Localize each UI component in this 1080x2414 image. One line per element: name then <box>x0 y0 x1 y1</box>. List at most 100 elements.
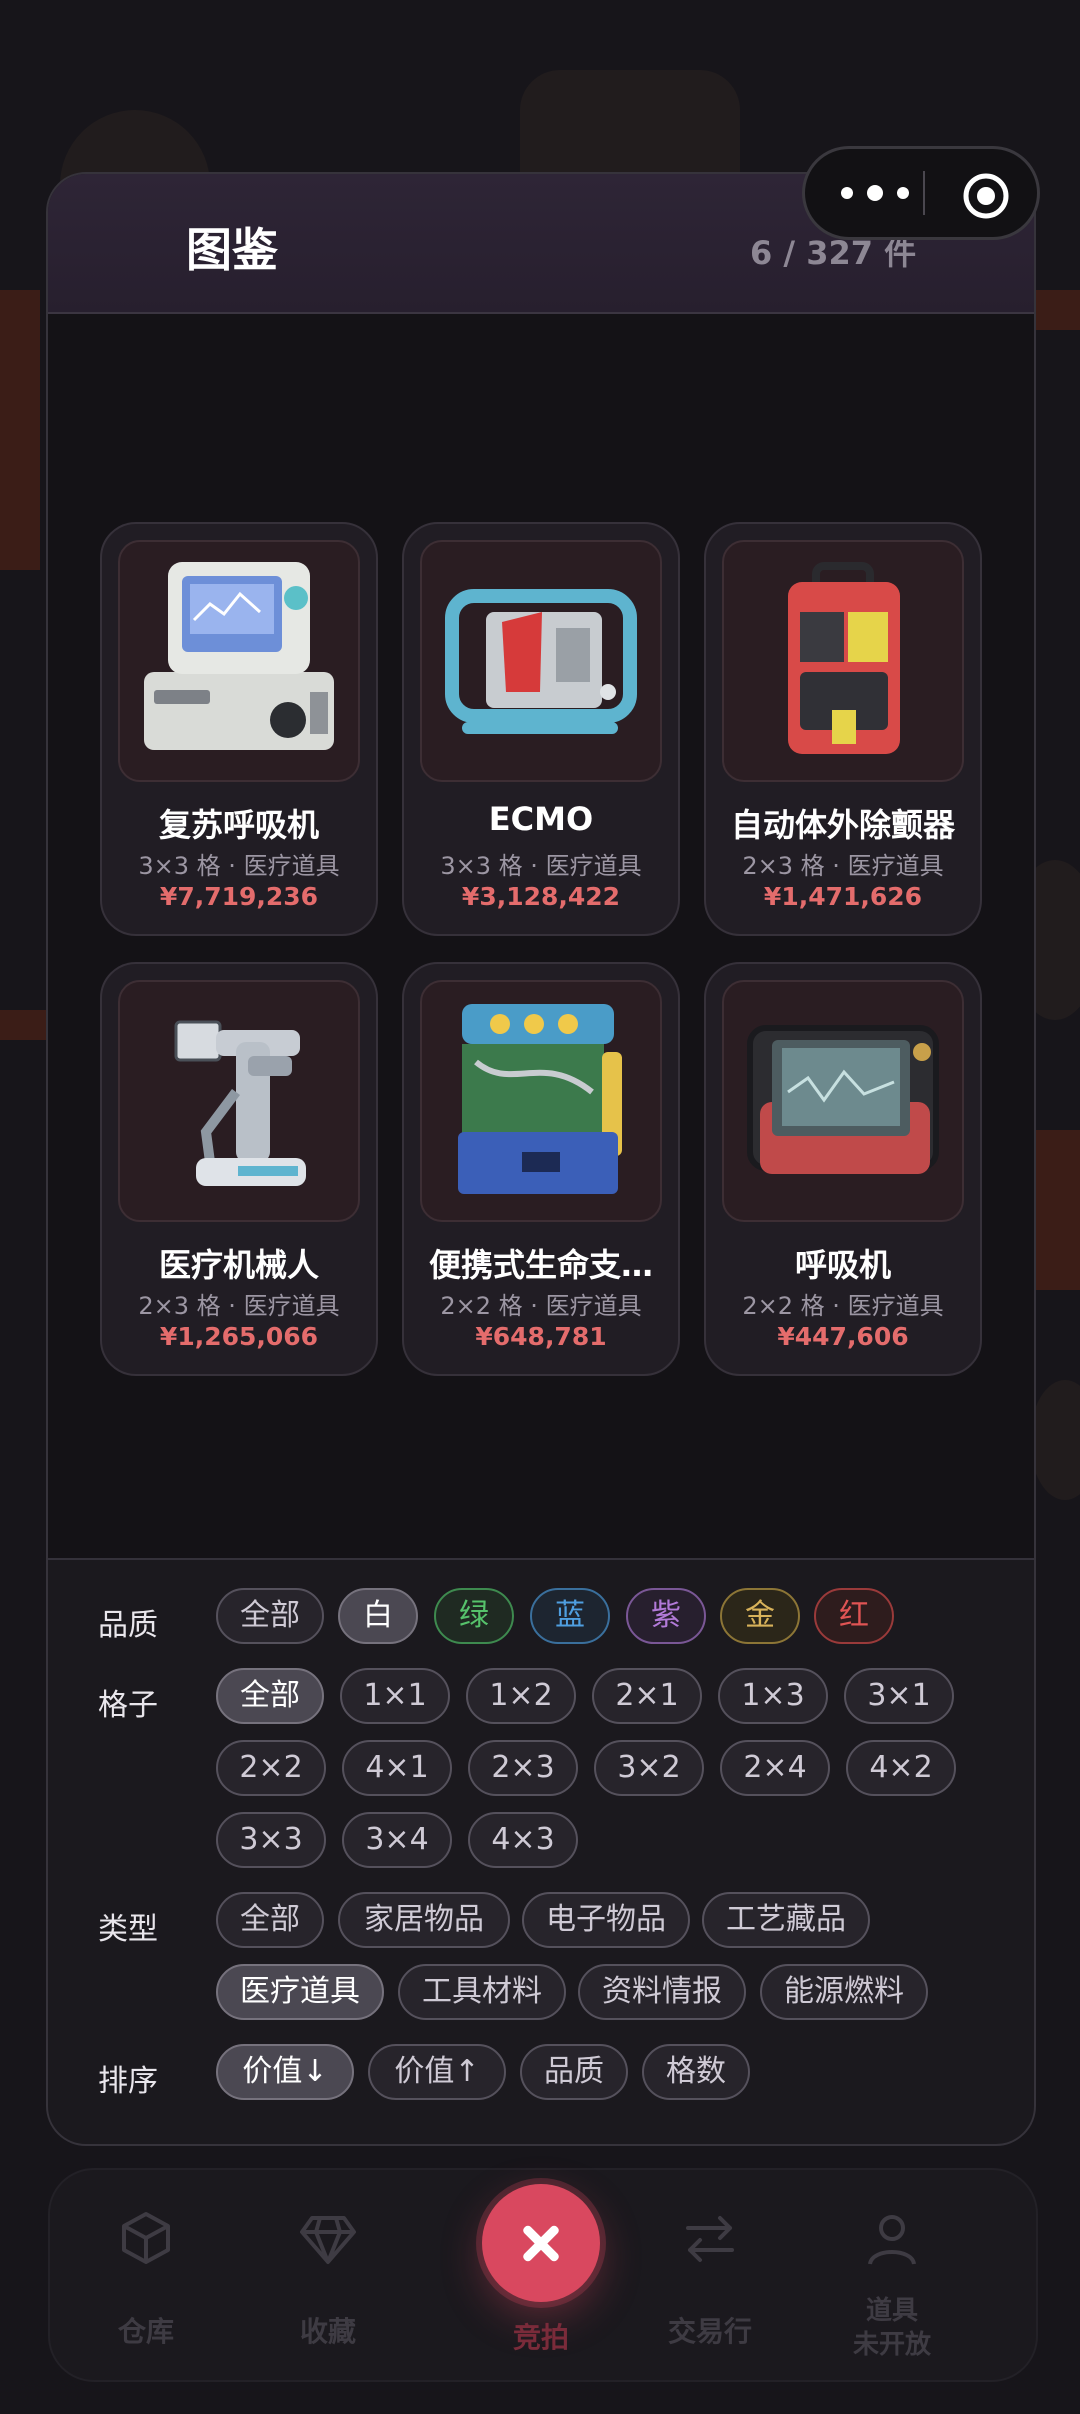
item-card[interactable]: 呼吸机 2×2 格 · 医疗道具 ¥447,606 <box>704 962 982 1376</box>
grid-chip[interactable]: 2×4 <box>720 1740 830 1796</box>
more-menu-icon[interactable] <box>835 175 915 211</box>
quality-chip-all[interactable]: 全部 <box>216 1588 324 1644</box>
nav-auction-label: 竞拍 <box>512 2321 569 2354</box>
sort-chip-quality[interactable]: 品质 <box>520 2044 628 2100</box>
grid-chip-all[interactable]: 全部 <box>216 1668 324 1724</box>
nav-items[interactable]: 道具 未开放 <box>812 2170 972 2380</box>
type-chip-all[interactable]: 全部 <box>216 1892 324 1948</box>
bg-stripe <box>1030 290 1080 330</box>
item-meta: 2×2 格 · 医疗道具 <box>440 1292 642 1320</box>
item-grid: 复苏呼吸机 3×3 格 · 医疗道具 ¥7,719,236 ECMO 3×3 格… <box>48 314 1034 1558</box>
item-meta: 2×3 格 · 医疗道具 <box>138 1292 340 1320</box>
type-chip[interactable]: 工艺藏品 <box>702 1892 870 1948</box>
item-price: ¥3,128,422 <box>461 882 621 911</box>
ventilator-icon <box>747 1025 939 1174</box>
quality-chip-red[interactable]: 红 <box>814 1588 894 1644</box>
user-icon <box>868 2215 916 2265</box>
type-chip[interactable]: 电子物品 <box>522 1892 690 1948</box>
diamond-icon <box>300 2216 356 2264</box>
item-price: ¥7,719,236 <box>159 882 319 911</box>
grid-chip[interactable]: 2×1 <box>592 1668 702 1724</box>
nav-warehouse[interactable]: 仓库 <box>66 2170 226 2380</box>
item-card[interactable]: 便携式生命支… 2×2 格 · 医疗道具 ¥648,781 <box>402 962 680 1376</box>
grid-chip[interactable]: 2×2 <box>216 1740 326 1796</box>
item-card[interactable]: ECMO 3×3 格 · 医疗道具 ¥3,128,422 <box>402 522 680 936</box>
nav-warehouse-label: 仓库 <box>117 2315 174 2348</box>
item-name: ECMO <box>488 800 594 838</box>
item-card[interactable]: 自动体外除颤器 2×3 格 · 医疗道具 ¥1,471,626 <box>704 522 982 936</box>
item-name: 呼吸机 <box>794 1246 891 1284</box>
item-image <box>722 980 964 1222</box>
sort-chip-value-asc[interactable]: 价值↑ <box>368 2044 506 2100</box>
bg-stripe <box>0 1010 46 1040</box>
item-name: 医疗机械人 <box>158 1246 319 1284</box>
filter-label-grid: 格子 <box>98 1688 158 1723</box>
item-image <box>420 540 662 782</box>
grid-chip[interactable]: 3×2 <box>594 1740 704 1796</box>
quality-chip-purple[interactable]: 紫 <box>626 1588 706 1644</box>
grid-chip[interactable]: 3×4 <box>342 1812 452 1868</box>
item-meta: 2×3 格 · 医疗道具 <box>742 852 944 880</box>
grid-chip[interactable]: 1×3 <box>718 1668 828 1724</box>
quality-chip-blue[interactable]: 蓝 <box>530 1588 610 1644</box>
item-name: 便携式生命支… <box>428 1246 653 1284</box>
item-name: 自动体外除颤器 <box>730 806 955 844</box>
bg-character-graphic <box>1030 1380 1080 1500</box>
item-image <box>420 980 662 1222</box>
grid-chip[interactable]: 4×3 <box>468 1812 578 1868</box>
bg-stripe <box>1036 1130 1080 1290</box>
life-support-icon <box>458 1004 622 1194</box>
catalog-panel: 图鉴 6 / 327 件 复苏呼吸机 3×3 格 · 医疗道具 ¥7,719,2… <box>46 172 1036 2146</box>
quality-chip-green[interactable]: 绿 <box>434 1588 514 1644</box>
item-name: 复苏呼吸机 <box>158 806 319 844</box>
nav-collection[interactable]: 收藏 <box>248 2170 408 2380</box>
type-chip[interactable]: 家居物品 <box>338 1892 510 1948</box>
nav-trade-label: 交易行 <box>667 2315 752 2348</box>
grid-chip[interactable]: 3×1 <box>844 1668 954 1724</box>
item-image <box>118 540 360 782</box>
item-price: ¥447,606 <box>777 1322 909 1351</box>
filter-label-sort: 排序 <box>98 2064 158 2099</box>
medical-robot-icon <box>174 1020 306 1186</box>
quality-chip-gold[interactable]: 金 <box>720 1588 800 1644</box>
grid-chip[interactable]: 4×2 <box>846 1740 956 1796</box>
close-target-icon[interactable] <box>961 171 1011 221</box>
page-title: 图鉴 <box>186 223 278 277</box>
close-button[interactable] <box>482 2184 600 2302</box>
bg-stripe <box>0 290 40 570</box>
capsule-divider <box>923 171 925 215</box>
resuscitator-icon <box>144 562 334 750</box>
filter-label-type: 类型 <box>98 1912 158 1947</box>
item-price: ¥1,471,626 <box>763 882 923 911</box>
item-meta: 2×2 格 · 医疗道具 <box>742 1292 944 1320</box>
nav-collection-label: 收藏 <box>299 2315 356 2348</box>
type-chip[interactable]: 医疗道具 <box>216 1964 384 2020</box>
swap-arrows-icon <box>686 2216 734 2262</box>
ecmo-icon <box>445 589 637 734</box>
filter-panel: 品质 全部 白 绿 蓝 紫 金 红 格子 全部 1×1 1×2 2×1 1×3 … <box>48 1558 1034 2144</box>
item-price: ¥648,781 <box>475 1322 607 1351</box>
item-price: ¥1,265,066 <box>159 1322 319 1351</box>
type-chip[interactable]: 资料情报 <box>578 1964 746 2020</box>
item-image <box>118 980 360 1222</box>
nav-trade[interactable]: 交易行 <box>630 2170 790 2380</box>
item-card[interactable]: 复苏呼吸机 3×3 格 · 医疗道具 ¥7,719,236 <box>100 522 378 936</box>
type-chip[interactable]: 能源燃料 <box>760 1964 928 2020</box>
type-chip[interactable]: 工具材料 <box>398 1964 566 2020</box>
sort-chip-value-desc[interactable]: 价值↓ <box>216 2044 354 2100</box>
item-meta: 3×3 格 · 医疗道具 <box>138 852 340 880</box>
grid-chip[interactable]: 1×1 <box>340 1668 450 1724</box>
grid-chip[interactable]: 2×3 <box>468 1740 578 1796</box>
box-icon <box>122 2212 170 2264</box>
quality-chip-white[interactable]: 白 <box>338 1588 418 1644</box>
defibrillator-icon <box>788 562 900 754</box>
item-meta: 3×3 格 · 医疗道具 <box>440 852 642 880</box>
item-card[interactable]: 医疗机械人 2×3 格 · 医疗道具 ¥1,265,066 <box>100 962 378 1376</box>
sort-chip-size[interactable]: 格数 <box>642 2044 750 2100</box>
grid-chip[interactable]: 4×1 <box>342 1740 452 1796</box>
nav-items-label: 道具 未开放 <box>852 2296 931 2360</box>
item-image <box>722 540 964 782</box>
grid-chip[interactable]: 1×2 <box>466 1668 576 1724</box>
miniprogram-capsule <box>802 146 1040 240</box>
grid-chip[interactable]: 3×3 <box>216 1812 326 1868</box>
